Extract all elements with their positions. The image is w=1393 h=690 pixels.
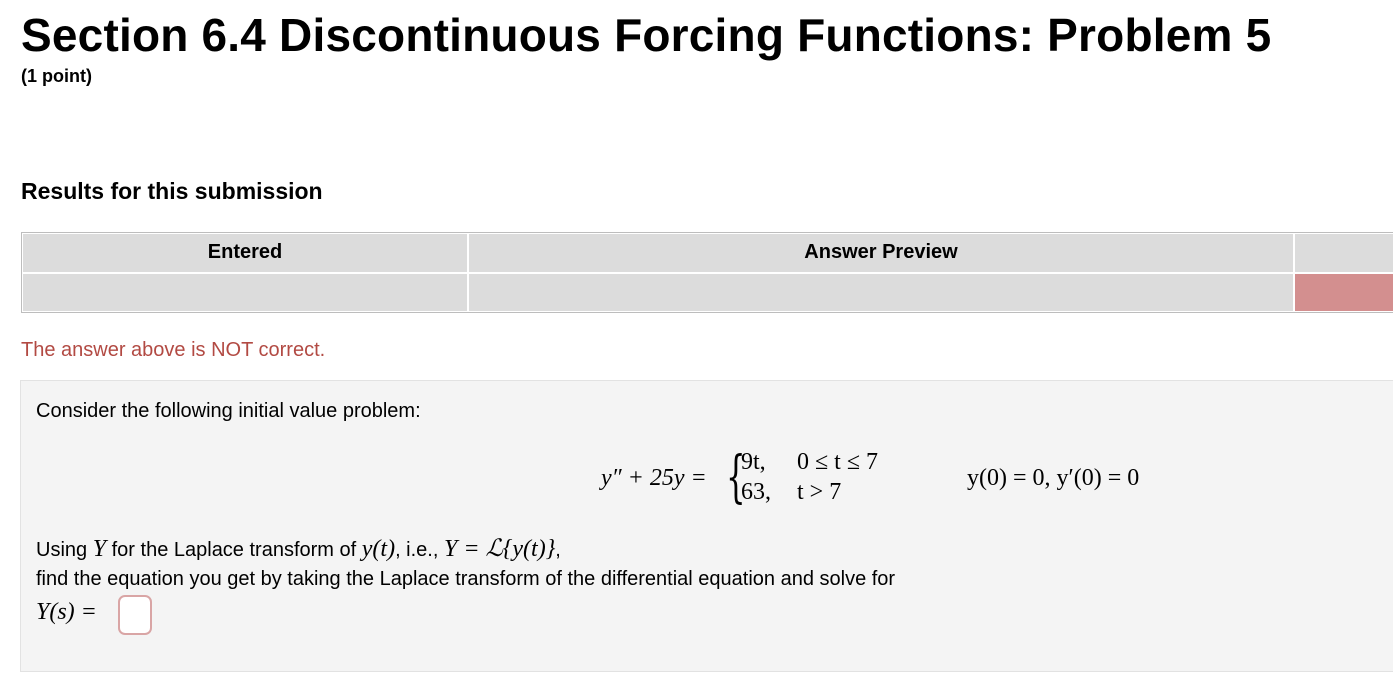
results-header-row: Entered Answer Preview (21, 232, 1393, 274)
points-label: (1 point) (21, 66, 92, 86)
instruction-text-c: , i.e., (395, 539, 444, 561)
case1-value: 9t, (741, 449, 766, 475)
case2-condition: t > 7 (797, 479, 842, 505)
case2-value: 63, (741, 479, 771, 505)
instruction-line-2: find the equation you get by taking the … (36, 568, 896, 590)
answer-preview-cell (467, 271, 1295, 313)
instruction-symbol-yt: y(t) (361, 536, 396, 562)
results-heading: Results for this submission (21, 178, 323, 204)
instruction-text-d: , (555, 539, 561, 561)
entered-cell (21, 271, 469, 313)
column-header-result (1293, 232, 1393, 274)
equation-lhs: y″ + 25y = (601, 465, 707, 491)
instruction-text-a: Using (36, 539, 93, 561)
problem-intro: Consider the following initial value pro… (36, 400, 421, 422)
instruction-laplace-definition: Y = ℒ{y(t)} (443, 536, 556, 562)
instruction-symbol-Y: Y (92, 536, 107, 562)
case1-condition: 0 ≤ t ≤ 7 (797, 449, 879, 475)
column-header-entered: Entered (21, 232, 469, 274)
page-title: Section 6.4 Discontinuous Forcing Functi… (21, 9, 1272, 61)
feedback-message: The answer above is NOT correct. (21, 339, 326, 361)
answer-label: Y(s) = (36, 599, 97, 625)
table-row (21, 271, 1393, 313)
results-table: Entered Answer Preview (21, 232, 1393, 313)
instruction-line-1: Using Y for the Laplace transform of y(t… (36, 535, 561, 564)
problem-box: Consider the following initial value pro… (20, 380, 1393, 672)
answer-input[interactable] (118, 595, 152, 635)
result-status-cell (1293, 271, 1393, 313)
column-header-answer-preview: Answer Preview (467, 232, 1295, 274)
instruction-text-b: for the Laplace transform of (106, 539, 362, 561)
initial-conditions: y(0) = 0, y′(0) = 0 (967, 465, 1140, 491)
